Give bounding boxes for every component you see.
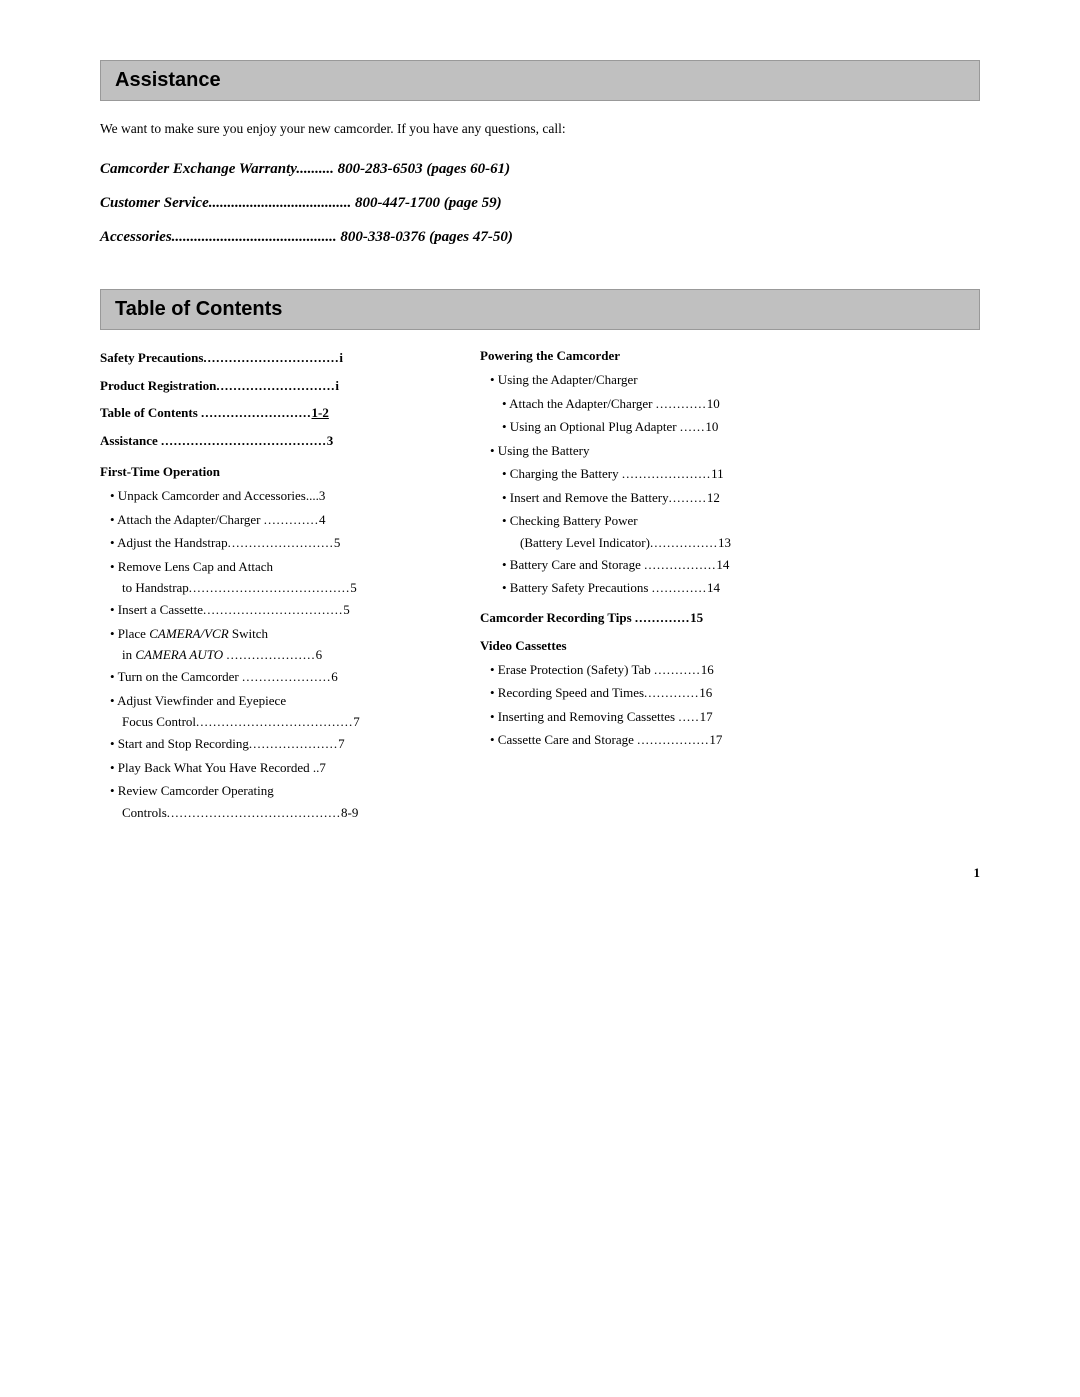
customer-service-label: Customer Service........................… (100, 195, 502, 211)
video-cassettes-title: Video Cassettes (480, 638, 980, 654)
warranty-label: Camcorder Exchange Warranty.......... 80… (100, 161, 510, 177)
table-of-contents-entry: Table of Contents ......................… (100, 405, 329, 420)
toc-item-optional-plug: • Using an Optional Plug Adapter ......1… (480, 417, 980, 437)
video-cassettes-group: Video Cassettes • Erase Protection (Safe… (480, 638, 980, 750)
accessories-label: Accessories.............................… (100, 229, 513, 245)
toc-header: Table of Contents (100, 289, 980, 330)
toc-item-battery-care: • Battery Care and Storage .............… (480, 555, 980, 575)
toc-left-column: Safety Precautions......................… (100, 348, 440, 825)
toc-item-insert-remove: • Insert and Remove the Battery.........… (480, 488, 980, 508)
assistance-section: Assistance We want to make sure you enjo… (100, 60, 980, 249)
toc-right-column: Powering the Camcorder • Using the Adapt… (480, 348, 980, 825)
assistance-header: Assistance (100, 60, 980, 101)
toc-item-using-battery: • Using the Battery (480, 441, 980, 461)
first-time-operation-title: First-Time Operation (100, 464, 440, 480)
toc-entry-safety: Safety Precautions......................… (100, 348, 440, 368)
toc-item-turn-on: • Turn on the Camcorder ................… (100, 667, 440, 687)
assistance-line-2: Customer Service........................… (100, 191, 980, 215)
toc-item-attach-adapter: • Attach the Adapter/Charger ...........… (480, 394, 980, 414)
toc-item-controls: Controls................................… (100, 805, 440, 821)
recording-tips-group: Camcorder Recording Tips .............15 (480, 610, 980, 626)
toc-item-focus: Focus Control...........................… (100, 714, 440, 730)
toc-item-cassette: • Insert a Cassette.....................… (100, 600, 440, 620)
toc-item-unpack: • Unpack Camcorder and Accessories....3 (100, 486, 440, 506)
toc-item-adapter: • Attach the Adapter/Charger ...........… (100, 510, 440, 530)
toc-item-camera-auto: in CAMERA AUTO .....................6 (100, 647, 440, 663)
assistance-entry: Assistance .............................… (100, 433, 333, 448)
first-time-operation-group: First-Time Operation • Unpack Camcorder … (100, 464, 440, 821)
toc-entry-product-reg: Product Registration....................… (100, 376, 440, 396)
toc-item-play-back: • Play Back What You Have Recorded ..7 (100, 758, 440, 778)
powering-title: Powering the Camcorder (480, 348, 980, 364)
page-number: 1 (100, 865, 980, 881)
toc-item-checking-power: • Checking Battery Power (480, 511, 980, 531)
assistance-line-1: Camcorder Exchange Warranty.......... 80… (100, 157, 980, 181)
toc-item-start-stop: • Start and Stop Recording..............… (100, 734, 440, 754)
toc-item-recording-speed: • Recording Speed and Times.............… (480, 683, 980, 703)
toc-entry-assistance: Assistance .............................… (100, 431, 440, 451)
toc-item-cassette-care: • Cassette Care and Storage ............… (480, 730, 980, 750)
toc-item-lens-cap-2: to Handstrap............................… (100, 580, 440, 596)
toc-item-using-adapter: • Using the Adapter/Charger (480, 370, 980, 390)
toc-section: Table of Contents Safety Precautions....… (100, 289, 980, 825)
toc-item-lens-cap: • Remove Lens Cap and Attach (100, 557, 440, 577)
toc-entry-toc: Table of Contents ......................… (100, 403, 440, 423)
recording-tips-title: Camcorder Recording Tips .............15 (480, 610, 980, 626)
product-registration-entry: Product Registration....................… (100, 378, 339, 393)
toc-item-charging-battery: • Charging the Battery .................… (480, 464, 980, 484)
toc-item-battery-safety: • Battery Safety Precautions ...........… (480, 578, 980, 598)
assistance-intro: We want to make sure you enjoy your new … (100, 119, 980, 139)
toc-columns: Safety Precautions......................… (100, 348, 980, 825)
assistance-line-3: Accessories.............................… (100, 225, 980, 249)
toc-item-camera-vcr: • Place CAMERA/VCR Switch (100, 624, 440, 644)
toc-item-battery-level: (Battery Level Indicator)...............… (480, 535, 980, 551)
toc-item-handstrap: • Adjust the Handstrap..................… (100, 533, 440, 553)
toc-item-review: • Review Camcorder Operating (100, 781, 440, 801)
toc-title: Table of Contents (115, 298, 965, 321)
assistance-lines: Camcorder Exchange Warranty.......... 80… (100, 157, 980, 249)
powering-group: Powering the Camcorder • Using the Adapt… (480, 348, 980, 598)
toc-item-inserting-removing: • Inserting and Removing Cassettes .....… (480, 707, 980, 727)
toc-item-erase-protection: • Erase Protection (Safety) Tab ........… (480, 660, 980, 680)
toc-item-viewfinder: • Adjust Viewfinder and Eyepiece (100, 691, 440, 711)
assistance-title: Assistance (115, 69, 965, 92)
safety-precautions-entry: Safety Precautions......................… (100, 350, 343, 365)
